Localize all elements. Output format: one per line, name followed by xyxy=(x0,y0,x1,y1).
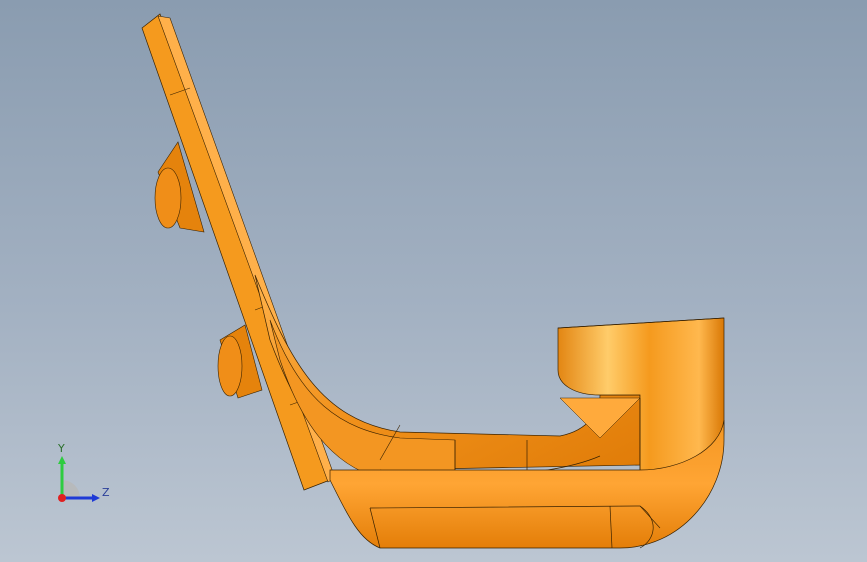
cad-viewport[interactable]: Y Z xyxy=(0,0,867,562)
axis-triad[interactable]: Y Z xyxy=(48,440,118,510)
y-axis-label: Y xyxy=(58,442,65,455)
y-axis-arrow-icon xyxy=(58,456,66,464)
z-axis-arrow-icon xyxy=(92,494,100,502)
x-axis-origin-icon xyxy=(58,494,66,502)
part-model[interactable] xyxy=(0,0,867,562)
z-axis-label: Z xyxy=(102,486,110,499)
